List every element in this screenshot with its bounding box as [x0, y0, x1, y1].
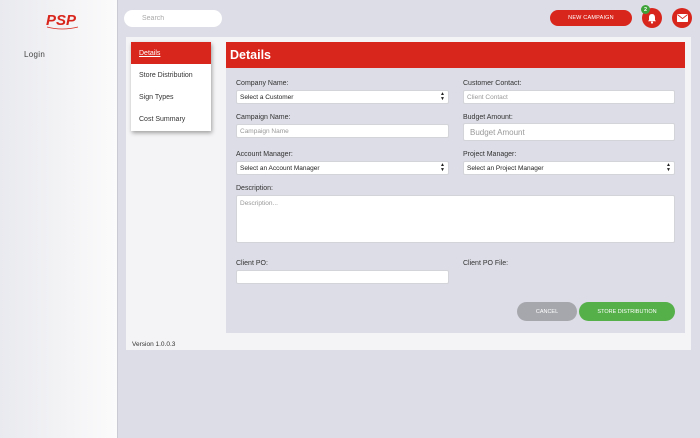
account-manager-label: Account Manager:	[236, 151, 293, 158]
select-arrows-icon: ▲ ▼	[440, 91, 445, 102]
mail-icon	[676, 14, 688, 22]
tab-cost-summary[interactable]: Cost Summary	[131, 108, 211, 130]
messages-button[interactable]	[672, 8, 692, 28]
project-manager-label: Project Manager:	[463, 151, 517, 158]
campaign-input[interactable]	[236, 124, 449, 138]
client-po-label: Client PO:	[236, 260, 268, 267]
tab-store-distribution[interactable]: Store Distribution	[131, 64, 211, 86]
tab-details[interactable]: Details	[131, 42, 211, 64]
tab-sign-types[interactable]: Sign Types	[131, 86, 211, 108]
version-text: Version 1.0.0.3	[132, 341, 176, 348]
campaign-label: Campaign Name:	[236, 114, 291, 121]
select-arrows-icon: ▲ ▼	[666, 162, 671, 173]
notification-badge: 2	[641, 5, 650, 14]
project-manager-value: Select an Project Manager	[467, 164, 544, 172]
company-label: Company Name:	[236, 80, 289, 87]
account-manager-value: Select an Account Manager	[240, 164, 320, 172]
search-input[interactable]	[124, 10, 222, 27]
budget-label: Budget Amount:	[463, 114, 513, 121]
tab-list: Details Store Distribution Sign Types Co…	[131, 42, 211, 131]
select-arrows-icon: ▲ ▼	[440, 162, 445, 173]
new-campaign-button[interactable]: NEW CAMPAIGN	[550, 10, 632, 26]
login-link[interactable]: Login	[24, 50, 45, 59]
bell-icon	[648, 13, 656, 24]
details-title: Details	[226, 42, 685, 68]
contact-input[interactable]	[463, 90, 675, 104]
client-po-input[interactable]	[236, 270, 449, 284]
account-manager-select[interactable]: Select an Account Manager ▲ ▼	[236, 161, 449, 175]
sidebar: PSP Login	[0, 0, 118, 438]
budget-input[interactable]	[463, 123, 675, 141]
main-panel: Details Store Distribution Sign Types Co…	[126, 37, 691, 350]
details-card: Details Company Name: Select a Customer …	[226, 42, 685, 333]
cancel-button[interactable]: CANCEL	[517, 302, 577, 321]
psp-logo: PSP	[46, 12, 79, 30]
logo-text: PSP	[46, 12, 77, 29]
description-label: Description:	[236, 185, 273, 192]
company-select-value: Select a Customer	[240, 93, 294, 101]
client-po-file-label: Client PO File:	[463, 260, 509, 267]
project-manager-select[interactable]: Select an Project Manager ▲ ▼	[463, 161, 675, 175]
description-textarea[interactable]	[236, 195, 675, 243]
company-select[interactable]: Select a Customer ▲ ▼	[236, 90, 449, 104]
contact-label: Customer Contact:	[463, 80, 522, 87]
store-distribution-button[interactable]: STORE DISTRIBUTION	[579, 302, 675, 321]
